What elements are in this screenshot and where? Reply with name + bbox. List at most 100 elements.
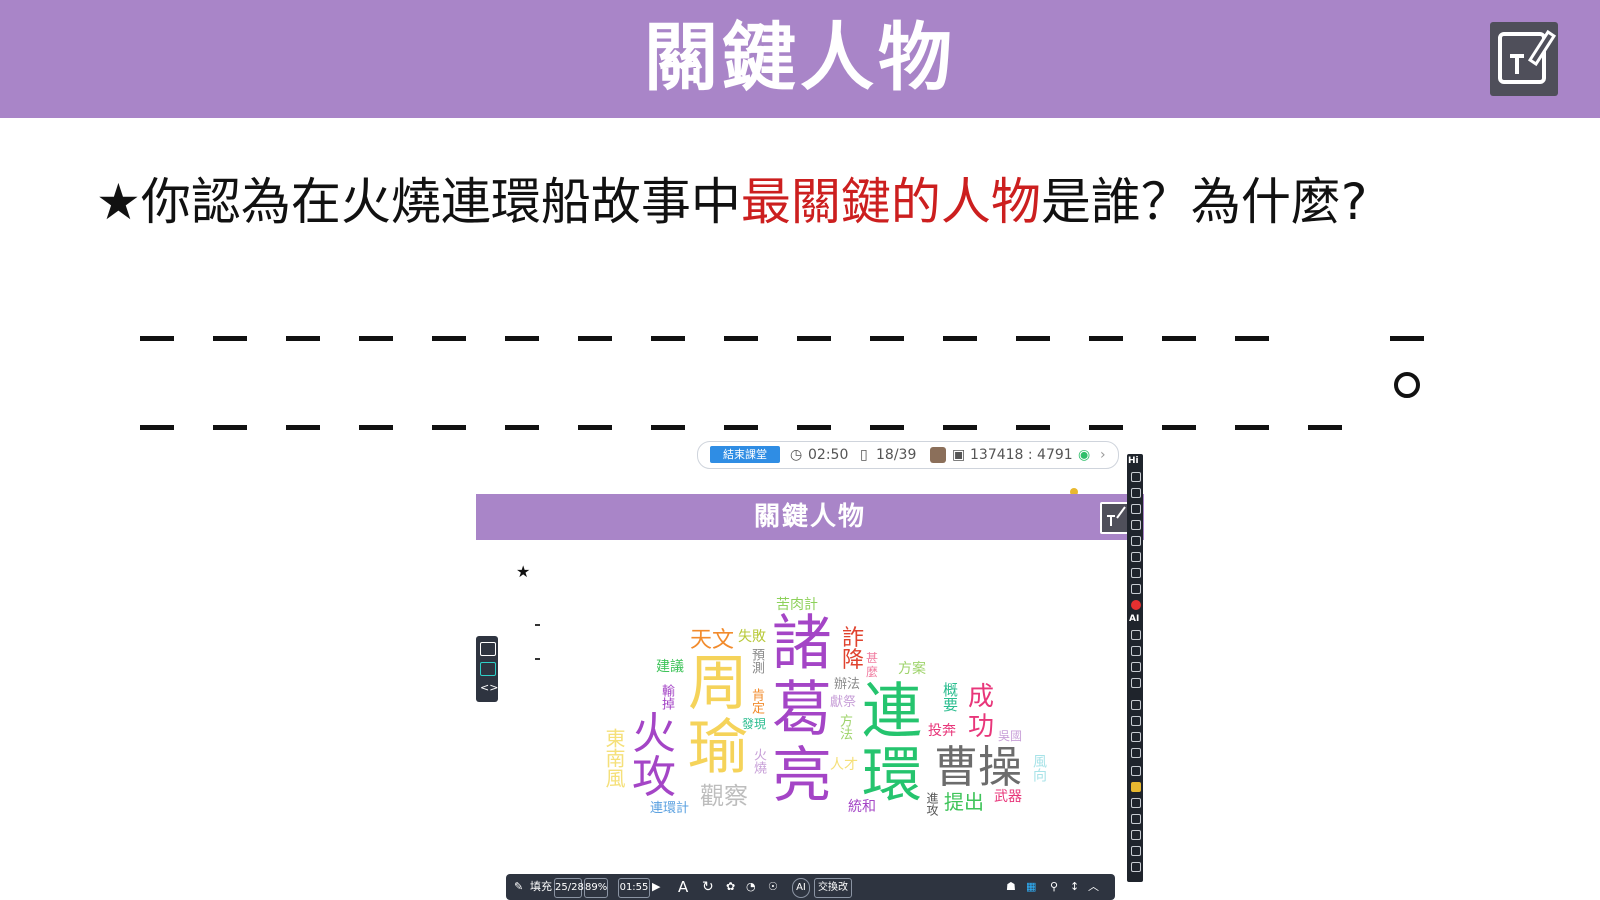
dash (359, 425, 393, 430)
word: 統和 (848, 799, 876, 815)
marker-icon[interactable] (1131, 536, 1141, 546)
tools-icon[interactable]: ⚲ (1050, 874, 1058, 900)
dash (140, 425, 174, 430)
word: 方法 (837, 714, 852, 740)
dash (140, 336, 174, 341)
fill-label[interactable]: 填充 (530, 874, 552, 900)
image-icon[interactable] (1131, 862, 1141, 872)
answered-count: 25/28 (554, 878, 584, 898)
word: 降 (842, 648, 865, 673)
answered-percent: 89% (584, 878, 608, 898)
edit-icon[interactable] (1490, 22, 1558, 96)
left-toolbar: <> (476, 636, 498, 702)
eraser-icon[interactable] (1131, 568, 1141, 578)
word: 建議 (656, 659, 684, 675)
word: 周 (688, 649, 748, 719)
refresh-icon[interactable]: ↻ (702, 874, 714, 900)
dash (1016, 425, 1050, 430)
word: 人才 (830, 757, 858, 773)
class-status-bar: 結束課堂 ◷ 02:50 ▯ 18/39 ▣ 137418 : 4791 ◉ › (697, 441, 1119, 469)
chevron-up-icon[interactable] (1131, 700, 1141, 710)
grid-icon[interactable] (1131, 798, 1141, 808)
word: 辦法 (834, 677, 861, 692)
group-icon[interactable]: ✿ (726, 874, 735, 900)
chevron-right-icon[interactable]: › (1100, 445, 1106, 465)
dash (1089, 336, 1123, 341)
ai-tool-label[interactable]: AI (1129, 614, 1139, 624)
pointer-icon[interactable] (1131, 472, 1141, 482)
list-icon[interactable] (480, 662, 496, 676)
slide-header: 關鍵人物 (0, 0, 1600, 118)
end-class-button[interactable]: 結束課堂 (710, 446, 780, 463)
dash (1016, 336, 1050, 341)
dash (797, 425, 831, 430)
dash (943, 425, 977, 430)
dash (432, 425, 466, 430)
swap-grade-button[interactable]: 交換改 (814, 878, 852, 898)
pie-chart-icon[interactable]: ◔ (746, 874, 756, 900)
qr-icon[interactable]: ▣ (952, 445, 965, 465)
person-icon[interactable] (1131, 830, 1141, 840)
sort-icon[interactable]: ↕ (1070, 874, 1079, 900)
settings-icon[interactable] (1131, 678, 1141, 688)
dash (213, 336, 247, 341)
word: 連 (862, 677, 922, 747)
teacher-avatar (930, 447, 946, 463)
dash (1162, 425, 1196, 430)
clear-icon[interactable] (1131, 584, 1141, 594)
word: 曹操 (934, 742, 1022, 793)
color-picker-icon[interactable] (1131, 600, 1141, 610)
play-icon[interactable]: ▶ (652, 874, 660, 900)
page-icon: ▯ (860, 447, 868, 463)
cloud-icon[interactable] (1131, 488, 1141, 498)
ai-button[interactable]: AI (792, 878, 810, 898)
dash (1089, 425, 1123, 430)
stamp-icon[interactable] (1131, 646, 1141, 656)
dash (870, 336, 904, 341)
timer-icon[interactable] (1131, 846, 1141, 856)
students-icon[interactable]: ☗ (1006, 874, 1016, 900)
dash (213, 425, 247, 430)
word: 風向 (1031, 754, 1047, 782)
bottom-toolbar: ✎ 填充 25/28 89% 01:55 ▶ A ↻ ✿ ◔ ☉ AI 交換改 … (506, 874, 1115, 900)
zoom-icon[interactable] (1131, 748, 1141, 758)
document-icon[interactable] (1131, 814, 1141, 824)
code-icon[interactable]: <> (480, 682, 498, 694)
word: 火燒 (751, 748, 766, 774)
question-suffix: 是誰？為什麼? (1040, 173, 1368, 231)
class-timer: 02:50 (808, 447, 849, 463)
slide-title: 關鍵人物 (644, 15, 956, 101)
word: 發現 (742, 717, 767, 731)
dash (505, 336, 539, 341)
dash (724, 336, 758, 341)
pen-icon[interactable] (1131, 520, 1141, 530)
grid-view-icon[interactable]: ▦ (1026, 874, 1036, 900)
word: 環 (862, 741, 922, 811)
dash (359, 336, 393, 341)
dash (651, 336, 685, 341)
word: 葛 (772, 675, 832, 745)
trash-icon[interactable] (1131, 662, 1141, 672)
fill-icon[interactable]: ✎ (514, 874, 523, 900)
dash (1235, 425, 1269, 430)
brain-icon[interactable]: ☉ (768, 874, 778, 900)
hi-label[interactable]: Hi (1128, 456, 1139, 466)
word: 諸 (772, 609, 832, 679)
chevron-down-icon[interactable] (1131, 732, 1141, 742)
text-icon[interactable]: A (678, 874, 688, 900)
preview-star: ★ (516, 562, 531, 581)
dash (797, 336, 831, 341)
share-icon[interactable] (1131, 630, 1141, 640)
line-icon[interactable] (1131, 552, 1141, 562)
collapse-icon[interactable]: ︿ (1088, 874, 1099, 900)
dash (870, 425, 904, 430)
dash (724, 425, 758, 430)
cloud-upload-icon[interactable] (1131, 504, 1141, 514)
robot-icon[interactable] (1131, 766, 1141, 776)
highlighter-icon[interactable] (1131, 782, 1141, 792)
word: 方案 (898, 661, 926, 677)
preview-edit-icon[interactable] (1100, 502, 1130, 534)
folder-icon[interactable] (480, 642, 496, 656)
plus-icon[interactable] (1131, 716, 1141, 726)
wifi-icon: ◉ (1078, 447, 1091, 463)
